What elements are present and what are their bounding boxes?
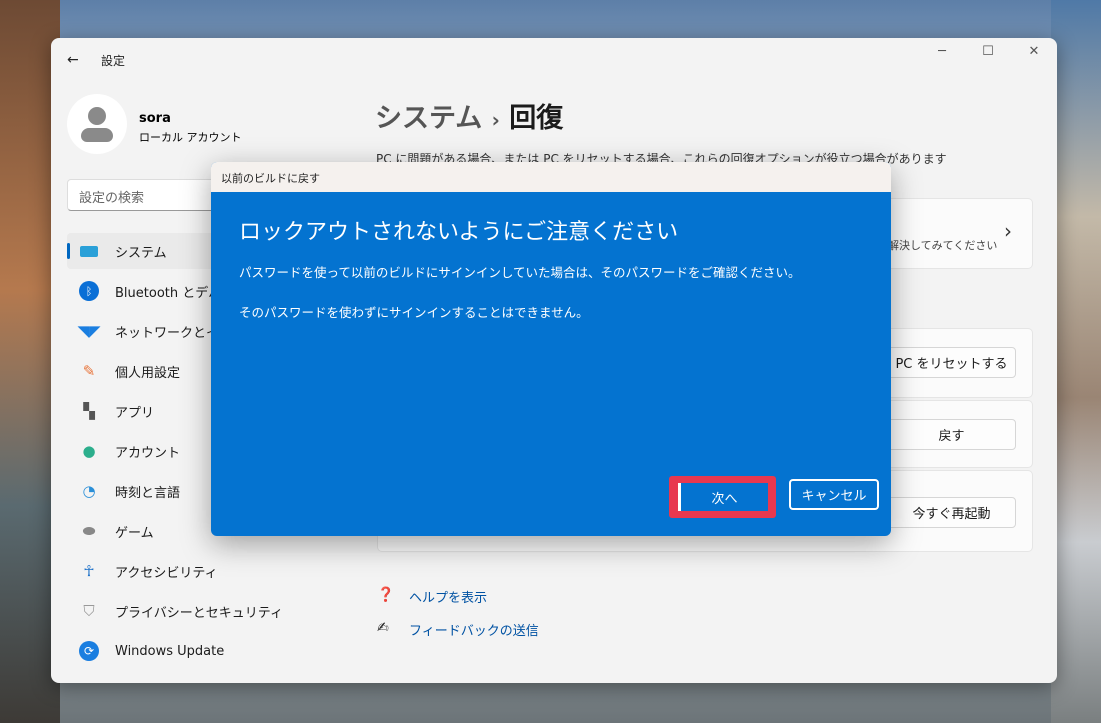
sidebar-item-privacy[interactable]: ⛉ プライバシーとセキュリティ — [67, 593, 367, 629]
minimize-button[interactable]: ─ — [927, 44, 957, 59]
system-icon — [79, 241, 99, 261]
troubleshoot-text: 解決してみてください — [888, 239, 998, 252]
account-type: ローカル アカウント — [139, 131, 242, 144]
sidebar-item-label: アクセシビリティ — [115, 565, 218, 581]
breadcrumb-parent[interactable]: システム — [375, 103, 482, 134]
dialog-title: 以前のビルドに戻す — [211, 162, 891, 192]
accessibility-icon: ☥ — [83, 562, 95, 580]
brush-icon: ✎ — [82, 362, 96, 380]
breadcrumb-separator: › — [491, 108, 500, 132]
help-icon: ❓ — [377, 587, 395, 603]
sidebar-item-label: システム — [115, 245, 167, 261]
restart-now-button[interactable]: 今すぐ再起動 — [887, 497, 1016, 528]
sidebar-item-label: プライバシーとセキュリティ — [115, 605, 283, 621]
back-button[interactable]: ← — [67, 52, 79, 68]
user-name: sora — [139, 111, 171, 126]
sidebar-item-label: Windows Update — [115, 643, 225, 659]
feedback-link[interactable]: フィードバックの送信 — [409, 620, 539, 639]
dialog-heading: ロックアウトされないようにご注意ください — [239, 220, 679, 245]
bluetooth-icon: ᛒ — [79, 281, 99, 301]
page-title: システム › 回復 — [375, 96, 563, 135]
shield-icon: ⛉ — [83, 602, 95, 620]
update-icon: ⟳ — [79, 641, 99, 661]
close-button[interactable]: ✕ — [1019, 44, 1049, 59]
reset-pc-button[interactable]: PC をリセットする — [887, 347, 1016, 378]
help-link[interactable]: ヘルプを表示 — [409, 587, 487, 606]
feedback-icon: ✍ — [377, 620, 389, 636]
avatar[interactable] — [67, 94, 127, 154]
breadcrumb-current: 回復 — [509, 103, 564, 134]
dialog-line-1: パスワードを使って以前のビルドにサインインしていた場合は、そのパスワードをご確認… — [239, 265, 801, 280]
wallpaper-right — [1051, 0, 1101, 723]
sidebar-item-label: アプリ — [115, 405, 155, 421]
window-title: 設定 — [101, 54, 126, 68]
maximize-button[interactable]: ☐ — [973, 44, 1003, 59]
go-back-button[interactable]: 戻す — [887, 419, 1016, 450]
wifi-icon: ◥◤ — [77, 322, 101, 340]
chevron-right-icon: › — [1004, 219, 1012, 243]
apps-icon: ▚ — [83, 402, 95, 420]
time-language-icon: ◔ — [82, 482, 96, 500]
sidebar-item-label: 時刻と言語 — [115, 485, 181, 501]
sidebar-item-label: 個人用設定 — [115, 365, 181, 381]
gamepad-icon: ⬬ — [82, 522, 96, 540]
next-button[interactable]: 次へ — [678, 483, 768, 511]
dialog-line-2: そのパスワードを使わずにサインインすることはできません。 — [239, 305, 589, 320]
sidebar-item-label: ゲーム — [115, 525, 154, 541]
sidebar-item-label: アカウント — [115, 445, 181, 461]
account-icon: ● — [82, 442, 96, 460]
sidebar-item-accessibility[interactable]: ☥ アクセシビリティ — [67, 553, 367, 589]
sidebar-item-windows-update[interactable]: ⟳ Windows Update — [67, 633, 367, 669]
go-back-dialog: 以前のビルドに戻す ロックアウトされないようにご注意ください パスワードを使って… — [211, 162, 891, 536]
cancel-button[interactable]: キャンセル — [789, 479, 879, 510]
